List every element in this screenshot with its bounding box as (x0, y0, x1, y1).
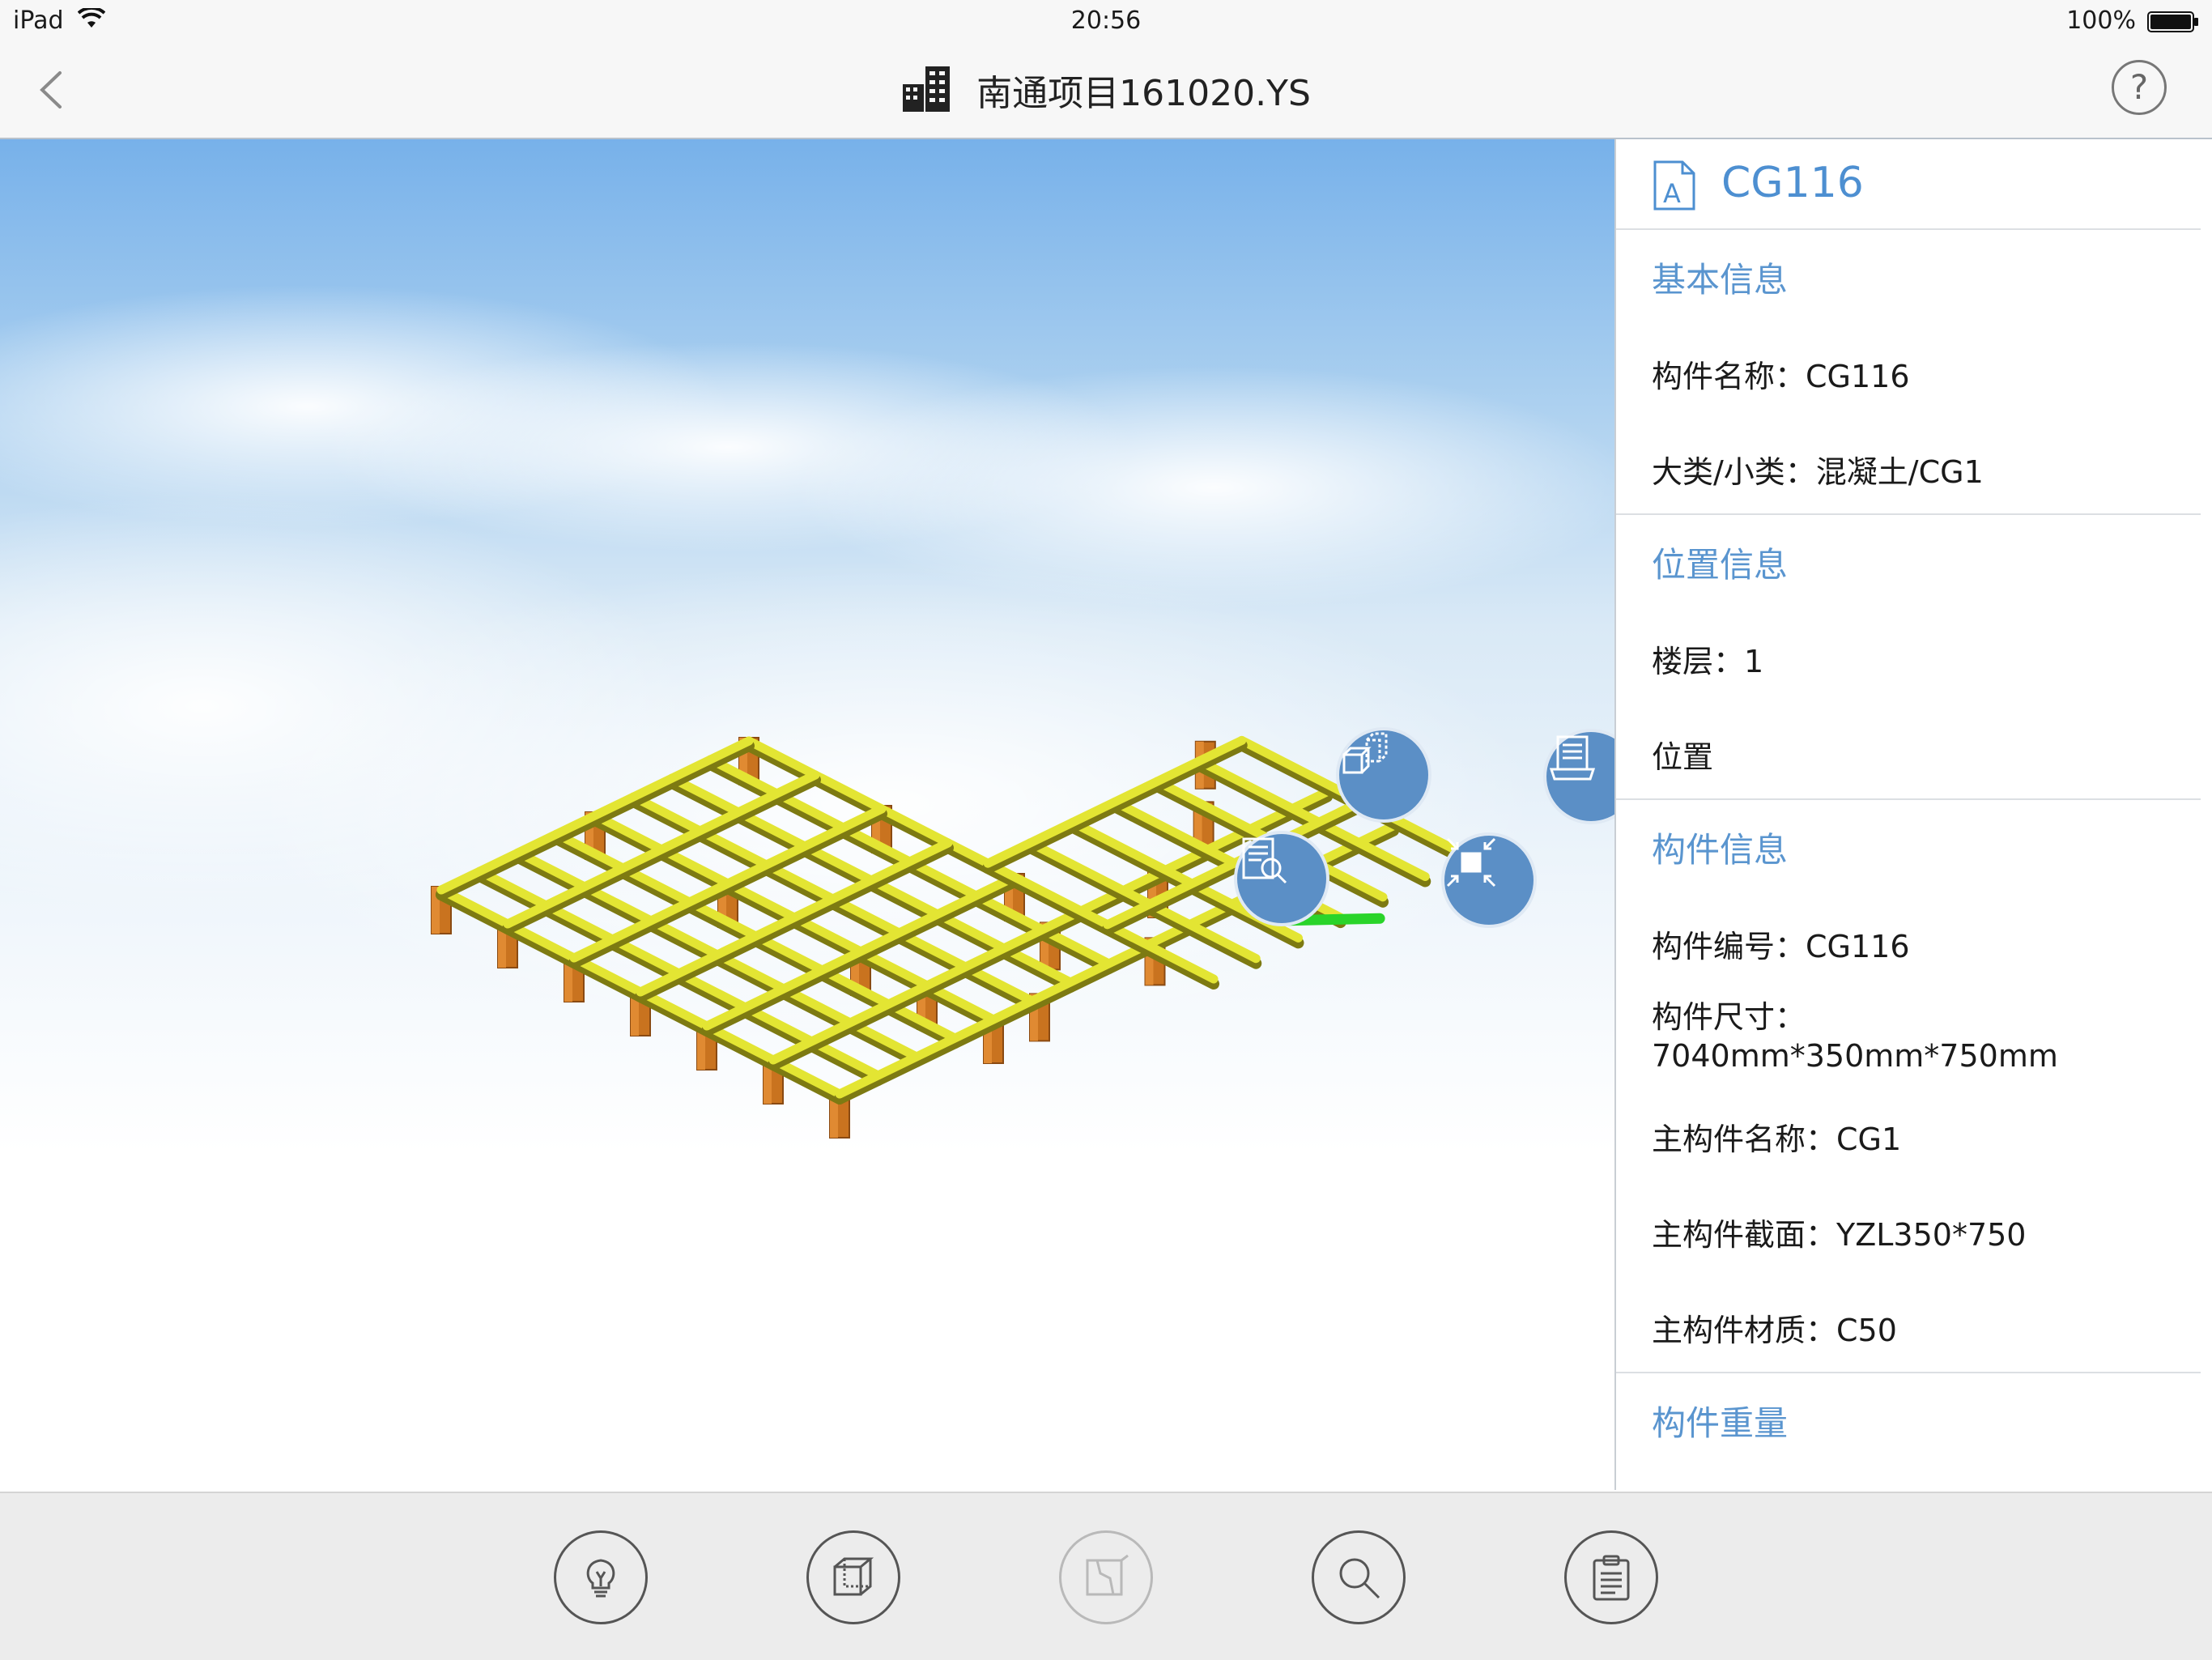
section-plane-icon (1086, 1554, 1129, 1596)
main-component-material-row: 主构件材质：C50 (1652, 1313, 1897, 1348)
svg-text:A: A (1663, 178, 1681, 209)
panel-header: A CG116 (1616, 139, 2201, 230)
building-icon (901, 63, 951, 117)
section-title-component: 构件信息 (1652, 830, 1789, 870)
position-row: 位置 (1652, 739, 1714, 775)
section-title-location: 位置信息 (1652, 545, 1789, 585)
page-title: 南通项目161020.YS (976, 73, 1311, 114)
component-id: CG116 (1721, 159, 1864, 207)
document-search-icon (1242, 837, 1287, 884)
drawing-doc-icon (1549, 735, 1596, 781)
fit-view-button[interactable] (1441, 832, 1537, 928)
battery-percentage: 100% (2066, 6, 2136, 35)
status-bar: iPad 20:56 100% (0, 0, 2212, 44)
fit-to-view-icon (1446, 837, 1496, 887)
navigation-bar: 南通项目161020.YS ? (0, 44, 2212, 139)
isolate-button[interactable] (1336, 727, 1431, 823)
component-size-row: 构件尺寸：7040mm*350mm*750mm (1652, 999, 2058, 1074)
main-component-section-row: 主构件截面：YZL350*750 (1652, 1217, 2027, 1253)
clipboard-button[interactable] (1564, 1530, 1658, 1624)
section-title-weight: 构件重量 (1652, 1403, 1789, 1443)
section-title-basic: 基本信息 (1652, 260, 1789, 300)
main-component-name-row: 主构件名称：CG1 (1652, 1122, 1902, 1157)
help-icon: ? (2129, 67, 2149, 107)
battery-icon (2147, 11, 2199, 36)
view-cube-button[interactable] (806, 1530, 900, 1624)
cube-view-icon (833, 1557, 874, 1596)
model-viewport[interactable] (0, 139, 1614, 1490)
clock: 20:56 (1070, 6, 1142, 35)
isolate-component-icon (1342, 732, 1388, 774)
section-button[interactable] (1059, 1530, 1153, 1624)
properties-search-button[interactable] (1234, 831, 1329, 926)
divider (1616, 513, 2201, 515)
tips-button[interactable] (554, 1530, 648, 1624)
properties-panel: A CG116 基本信息 构件名称：CG116 大类/小类：混凝土/CG1 位置… (1614, 139, 2212, 1490)
clipboard-icon (1593, 1555, 1630, 1601)
lightbulb-icon (586, 1559, 615, 1598)
help-button[interactable]: ? (2112, 60, 2167, 115)
floor-row: 楼层：1 (1652, 644, 1764, 679)
bottom-toolbar (0, 1492, 2212, 1660)
component-name-row: 构件名称：CG116 (1652, 359, 1910, 394)
component-doc-icon: A (1652, 159, 1697, 215)
component-code-row: 构件编号：CG116 (1652, 929, 1910, 964)
divider (1616, 798, 2201, 800)
search-icon (1339, 1558, 1380, 1599)
category-row: 大类/小类：混凝土/CG1 (1652, 454, 1984, 490)
divider (1616, 1372, 2201, 1373)
search-button[interactable] (1312, 1530, 1406, 1624)
